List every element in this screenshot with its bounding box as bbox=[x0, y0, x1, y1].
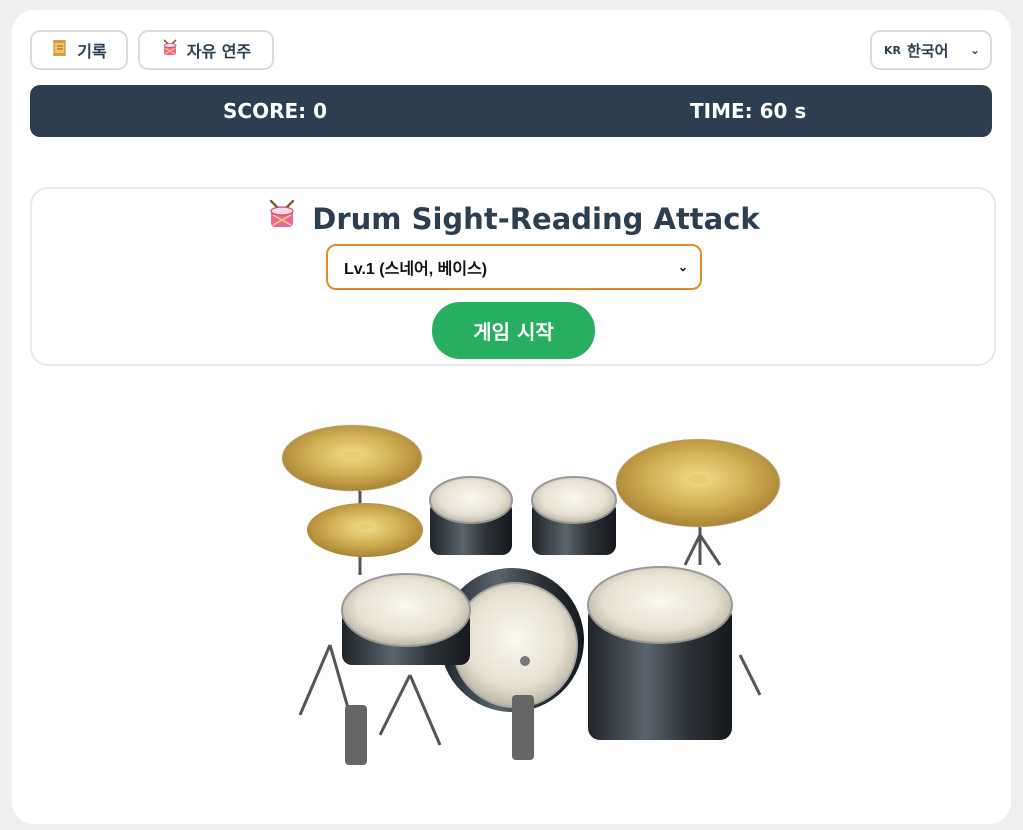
score-bar: SCORE: 0 TIME: 60 s bbox=[30, 85, 992, 137]
records-label: 기록 bbox=[77, 42, 107, 61]
flag-code: KR bbox=[884, 43, 901, 57]
scroll-icon bbox=[51, 39, 69, 61]
game-panel: Drum Sight-Reading Attack Lv.1 (스네어, 베이스… bbox=[30, 187, 996, 366]
time-display: TIME: 60 s bbox=[690, 99, 807, 123]
drum-kit-illustration bbox=[281, 424, 781, 765]
language-selected: 한국어 bbox=[907, 41, 949, 60]
chevron-down-icon: ⌄ bbox=[677, 260, 688, 274]
start-game-button[interactable]: 게임 시작 bbox=[432, 302, 595, 359]
drum-icon bbox=[266, 199, 298, 238]
game-title-text: Drum Sight-Reading Attack bbox=[312, 201, 760, 236]
level-selected: Lv.1 (스네어, 베이스) bbox=[344, 261, 488, 278]
drum-kit-image bbox=[200, 415, 826, 767]
records-button[interactable]: 기록 bbox=[30, 30, 128, 70]
free-play-button[interactable]: 자유 연주 bbox=[138, 30, 274, 70]
drum-icon bbox=[161, 39, 179, 61]
chevron-down-icon: ⌄ bbox=[969, 43, 980, 57]
level-select[interactable]: Lv.1 (스네어, 베이스) ⌄ bbox=[326, 244, 702, 290]
free-play-label: 자유 연주 bbox=[186, 42, 252, 61]
game-title: Drum Sight-Reading Attack bbox=[32, 199, 994, 238]
app-card: 기록 자유 연주 KR 한국어 ⌄ SCORE: 0 TIME: 60 s Dr… bbox=[12, 10, 1011, 824]
language-select[interactable]: KR 한국어 ⌄ bbox=[870, 30, 992, 70]
score-display: SCORE: 0 bbox=[223, 99, 328, 123]
